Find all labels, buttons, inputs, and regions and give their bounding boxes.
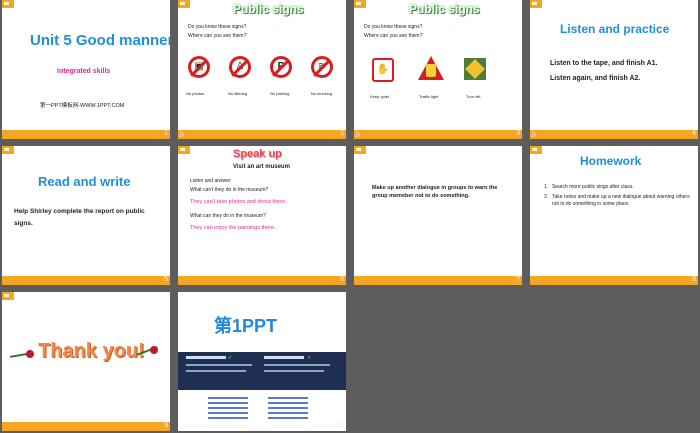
slide-title: Read and write (38, 174, 131, 189)
sign-label: No parking (270, 91, 290, 96)
slide-corner-decoration (2, 146, 14, 154)
slide-number: 10 (336, 422, 344, 429)
slide-header: Public signs (409, 2, 480, 16)
slide-subheader: Visit an art museum (233, 164, 290, 170)
turn-left-sign-icon (464, 58, 486, 80)
sign-label: Traffic light (419, 94, 439, 99)
slide-bottom-bar (530, 130, 698, 139)
slide-subtitle: Integrated skills (57, 68, 111, 75)
slide-line-2: Listen again, and finish A2. (550, 75, 641, 82)
slide-corner-decoration (178, 146, 190, 154)
slide-thumbnail-7[interactable]: Make up another dialogue in groups to wa… (354, 146, 522, 285)
slide-number: 2 (340, 130, 344, 137)
slide-bottom-bar (530, 276, 698, 285)
no-photos-sign-icon: ▣ (188, 56, 210, 78)
slide-number: 3 (516, 130, 520, 137)
slide-instruction: Listen and answer (190, 178, 231, 184)
slide-thumbnail-1[interactable]: Unit 5 Good manners Integrated skills 第一… (2, 0, 170, 139)
slide-title: Listen and practice (560, 22, 670, 36)
slide-answer-1: They can't take photos and shout there. (190, 199, 287, 205)
slide-body: Make up another dialogue in groups to wa… (372, 185, 498, 199)
slide-thumbnail-10[interactable]: 第1PPT ✔ ♥ (178, 292, 346, 431)
no-parking-sign-icon: P (270, 56, 292, 78)
star-icon[interactable]: ✰ (354, 131, 362, 139)
slide-bottom-bar (2, 276, 170, 285)
heart-icon: ♥ (308, 355, 311, 361)
info-banner: ✔ ♥ (178, 352, 346, 390)
slide-title: Homework (580, 154, 642, 168)
slide-thumbnail-3[interactable]: Public signs Do you know these signs? Wh… (354, 0, 522, 139)
slide-thumbnail-6[interactable]: Speak up Visit an art museum Listen and … (178, 146, 346, 285)
slide-corner-decoration (530, 146, 542, 154)
slide-corner-decoration (354, 0, 366, 8)
homework-list: 1. Search more public sings after class. … (544, 184, 690, 208)
slide-bottom-bar (2, 422, 170, 431)
slide-question-1: What can't they do in the museum? (190, 187, 269, 193)
star-icon[interactable]: ✰ (178, 131, 186, 139)
slide-number: 9 (164, 422, 168, 429)
slide-title: Thank you! (38, 340, 145, 362)
sign-label: Keep quiet (370, 94, 390, 99)
slide-question-2: Where can you see them? (188, 33, 247, 39)
slide-number: 5 (164, 276, 168, 283)
slide-title: Unit 5 Good manners (30, 32, 170, 49)
slide-header: Speak up (233, 148, 282, 160)
no-smoking-sign-icon: ≋ (311, 56, 333, 78)
slide-thumbnail-9[interactable]: Thank you! (2, 292, 170, 431)
slide-thumbnail-4[interactable]: Listen and practice Listen to the tape, … (530, 0, 698, 139)
link-list-right (268, 394, 308, 424)
slide-header: Public signs (233, 2, 304, 16)
no-littering-sign-icon: ♙ (229, 56, 251, 78)
slide-question-1: Do you know these signs? (364, 24, 423, 30)
slide-bottom-bar (2, 130, 170, 139)
slide-question-1: Do you know these signs? (188, 24, 247, 30)
slide-thumbnail-2[interactable]: Public signs Do you know these signs? Wh… (178, 0, 346, 139)
slide-corner-decoration (530, 0, 542, 8)
slide-answer-2: They can enjoy the paintings there. (190, 225, 276, 231)
homework-item: 2. Take notes and make up a new dialogue … (544, 194, 690, 207)
slide-number: 1 (164, 130, 168, 137)
slide-corner-decoration (2, 292, 14, 300)
slide-body: Help Shirley complete the report on publ… (14, 208, 145, 227)
sign-label: No smoking (311, 91, 333, 96)
star-icon[interactable]: ✰ (530, 131, 538, 139)
slide-bottom-bar (178, 276, 346, 285)
slide-number: 8 (692, 276, 696, 283)
slide-bottom-bar (354, 276, 522, 285)
sign-label: No littering (228, 91, 248, 96)
keep-quiet-sign-icon: ✋ (372, 58, 394, 82)
slide-bottom-bar (354, 130, 522, 139)
slide-line-1: Listen to the tape, and finish A1. (550, 60, 658, 67)
slide-thumbnail-8[interactable]: Homework 1. Search more public sings afte… (530, 146, 698, 285)
rose-left-icon (9, 350, 34, 358)
sign-label: Turn left (466, 94, 481, 99)
slide-corner-decoration (2, 0, 14, 8)
slide-question-2: Where can you see them? (364, 33, 423, 39)
slide-number: 7 (516, 276, 520, 283)
rose-right-icon (136, 346, 160, 356)
slide-number: 4 (692, 130, 696, 137)
link-list-left (208, 394, 248, 424)
slide-question-2: What can they do in the museum? (190, 213, 266, 219)
slide-number: 6 (340, 276, 344, 283)
slide-bottom-bar (178, 130, 346, 139)
homework-item: 1. Search more public sings after class. (544, 184, 634, 190)
check-icon: ✔ (228, 355, 233, 361)
slide-corner-decoration (178, 0, 190, 8)
sign-label: No photos (186, 91, 205, 96)
slide-thumbnail-5[interactable]: Read and write Help Shirley complete the… (2, 146, 170, 285)
ppt-logo: 第1PPT (214, 316, 278, 336)
slide-footer: 第一PPT模板网-WWW.1PPT.COM (40, 103, 125, 109)
traffic-light-center (426, 64, 436, 77)
slide-corner-decoration (354, 146, 366, 154)
